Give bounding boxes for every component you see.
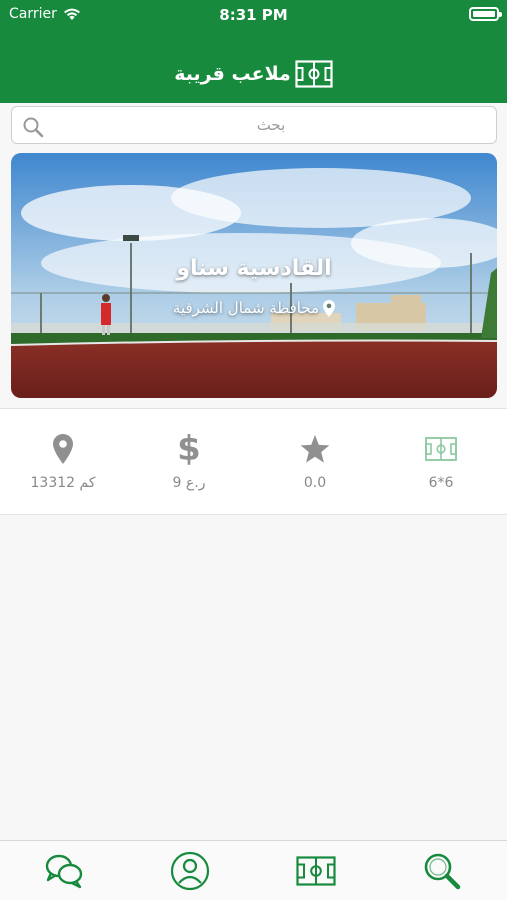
- app-header: Carrier 8:31 PM ملاعب قريبة: [0, 0, 507, 103]
- stat-field-size: 6*6: [378, 429, 504, 499]
- stat-distance-value: 13312 كم: [30, 475, 96, 491]
- venue-name: القادسية سناو: [176, 256, 332, 281]
- field-icon: [295, 60, 333, 88]
- stat-rating-value: 0.0: [303, 475, 327, 491]
- battery-icon: [469, 7, 502, 21]
- star-icon: [300, 434, 330, 463]
- search-icon: [424, 853, 461, 890]
- venue-card[interactable]: القادسية سناو محافظة شمال الشرقية: [11, 153, 497, 398]
- nav-title: ملاعب قريبة: [0, 60, 507, 88]
- field-icon: [296, 856, 336, 886]
- tab-chat[interactable]: [34, 849, 94, 893]
- search-input[interactable]: [56, 107, 486, 143]
- stat-price: $ 9 ر.ع: [126, 429, 252, 499]
- location-pin-icon: [323, 299, 336, 317]
- venue-location-text: محافظة شمال الشرقية: [172, 299, 320, 317]
- search-icon: [23, 117, 44, 138]
- profile-icon: [170, 851, 210, 891]
- search-bar-container: [0, 103, 507, 147]
- stat-field-size-value: 6*6: [428, 475, 454, 491]
- tab-search[interactable]: [412, 849, 472, 893]
- tab-bar: [0, 840, 507, 900]
- stat-price-value: 9 ر.ع: [172, 475, 206, 491]
- location-pin-icon: [53, 434, 73, 464]
- search-box[interactable]: [11, 106, 497, 144]
- chat-icon: [45, 854, 83, 889]
- tab-fields[interactable]: [286, 849, 346, 893]
- status-time: 8:31 PM: [219, 6, 288, 24]
- status-bar: Carrier 8:31 PM: [0, 0, 507, 30]
- stat-distance: 13312 كم: [0, 429, 126, 499]
- dollar-icon: $: [177, 429, 201, 469]
- venue-stats: 13312 كم $ 9 ر.ع 0.0 6*6: [0, 408, 507, 515]
- field-icon: [425, 437, 457, 461]
- page-title: ملاعب قريبة: [174, 63, 291, 85]
- stat-rating: 0.0: [252, 429, 378, 499]
- tab-profile[interactable]: [160, 849, 220, 893]
- venue-location: محافظة شمال الشرقية: [11, 299, 497, 317]
